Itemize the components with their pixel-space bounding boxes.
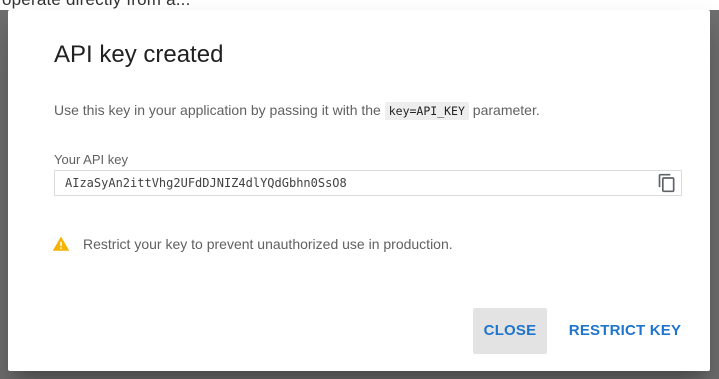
dialog-description: Use this key in your application by pass… [54, 102, 540, 120]
warning-icon [52, 235, 70, 253]
api-key-value[interactable]: AIzaSyAn2ittVhg2UFdDJNIZ4dlYQdGbhn0SsO8 [65, 176, 347, 190]
parameter-code: key=API_KEY [384, 102, 469, 120]
description-prefix: Use this key in your application by pass… [54, 102, 381, 118]
modal-backdrop[interactable]: operate directly from a... API key creat… [0, 0, 719, 379]
dialog-title: API key created [54, 41, 224, 68]
background-page-text: operate directly from a... [2, 0, 191, 10]
close-button[interactable]: CLOSE [473, 308, 547, 354]
copy-icon[interactable] [657, 173, 677, 193]
api-key-dialog: API key created Use this key in your app… [8, 10, 710, 371]
warning-text: Restrict your key to prevent unauthorize… [83, 236, 453, 252]
api-key-field[interactable]: AIzaSyAn2ittVhg2UFdDJNIZ4dlYQdGbhn0SsO8 [54, 170, 682, 196]
description-suffix: parameter. [472, 102, 540, 118]
restrict-key-button[interactable]: RESTRICT KEY [556, 308, 694, 354]
api-key-label: Your API key [54, 152, 128, 167]
background-page-fragment: operate directly from a... [0, 0, 719, 10]
dialog-actions: CLOSE RESTRICT KEY [473, 308, 694, 354]
